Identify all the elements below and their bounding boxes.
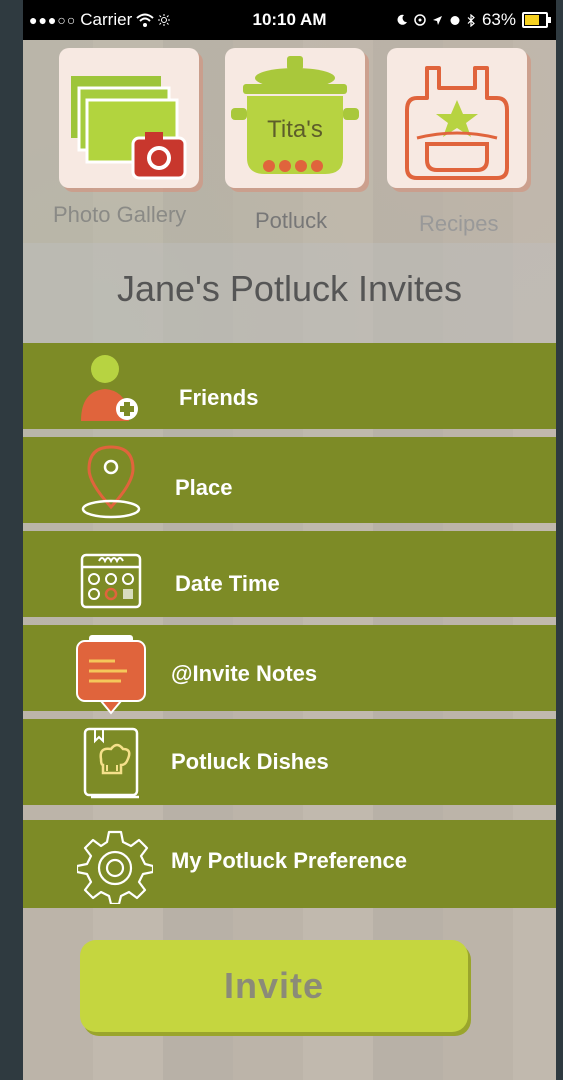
apron-icon <box>405 66 509 180</box>
do-not-disturb-icon <box>397 14 407 25</box>
menu-item-my-potluck-preference[interactable]: My Potluck Preference <box>23 820 556 908</box>
add-friend-icon <box>81 355 138 421</box>
calendar-icon <box>80 553 142 609</box>
menu-item-friends[interactable]: Friends <box>23 343 556 429</box>
app-screen: ●●●○○ Carrier 10:10 AM 63% Photo Gallery… <box>23 0 556 1080</box>
location-pin-icon <box>81 445 141 519</box>
top-nav: Photo Gallery Tita's Potluck Recipes <box>53 48 556 248</box>
page-title: Jane's Potluck Invites <box>116 268 463 309</box>
menu-item-label: Date Time <box>175 571 280 596</box>
menu-item-potluck-dishes[interactable]: Potluck Dishes <box>23 719 556 805</box>
potluck-tile[interactable]: Tita's <box>225 48 365 188</box>
photo-gallery-label[interactable]: Photo Gallery <box>53 202 186 228</box>
menu-item-label: Place <box>175 475 233 500</box>
menu-item-place[interactable]: Place <box>23 437 556 523</box>
potluck-label[interactable]: Potluck <box>255 208 327 234</box>
menu-item-label: My Potluck Preference <box>171 848 407 873</box>
photo-gallery-icon <box>71 76 187 180</box>
notes-icon <box>76 635 146 715</box>
menu-item-date-time[interactable]: Date Time <box>23 531 556 617</box>
gear-icon <box>77 830 153 904</box>
recipes-tile[interactable] <box>387 48 527 188</box>
rotation-lock-icon <box>414 14 426 26</box>
location-arrow-icon <box>432 15 442 25</box>
menu-item-label: @Invite Notes <box>171 661 318 686</box>
recipes-label[interactable]: Recipes <box>419 211 498 237</box>
status-bar: ●●●○○ Carrier 10:10 AM 63% <box>23 0 556 40</box>
recipe-book-icon <box>83 727 139 799</box>
alarm-icon <box>450 16 460 25</box>
battery-percent: 63% <box>481 10 516 29</box>
battery-icon <box>522 12 551 28</box>
photo-gallery-tile[interactable] <box>59 48 199 188</box>
potluck-pot-text: Tita's <box>267 116 323 143</box>
bluetooth-icon <box>467 13 475 27</box>
invite-button[interactable]: Invite <box>80 940 468 1032</box>
menu-item-label: Potluck Dishes <box>171 749 329 774</box>
menu-item-invite-notes[interactable]: @Invite Notes <box>23 625 556 715</box>
menu-item-label: Friends <box>179 385 259 410</box>
